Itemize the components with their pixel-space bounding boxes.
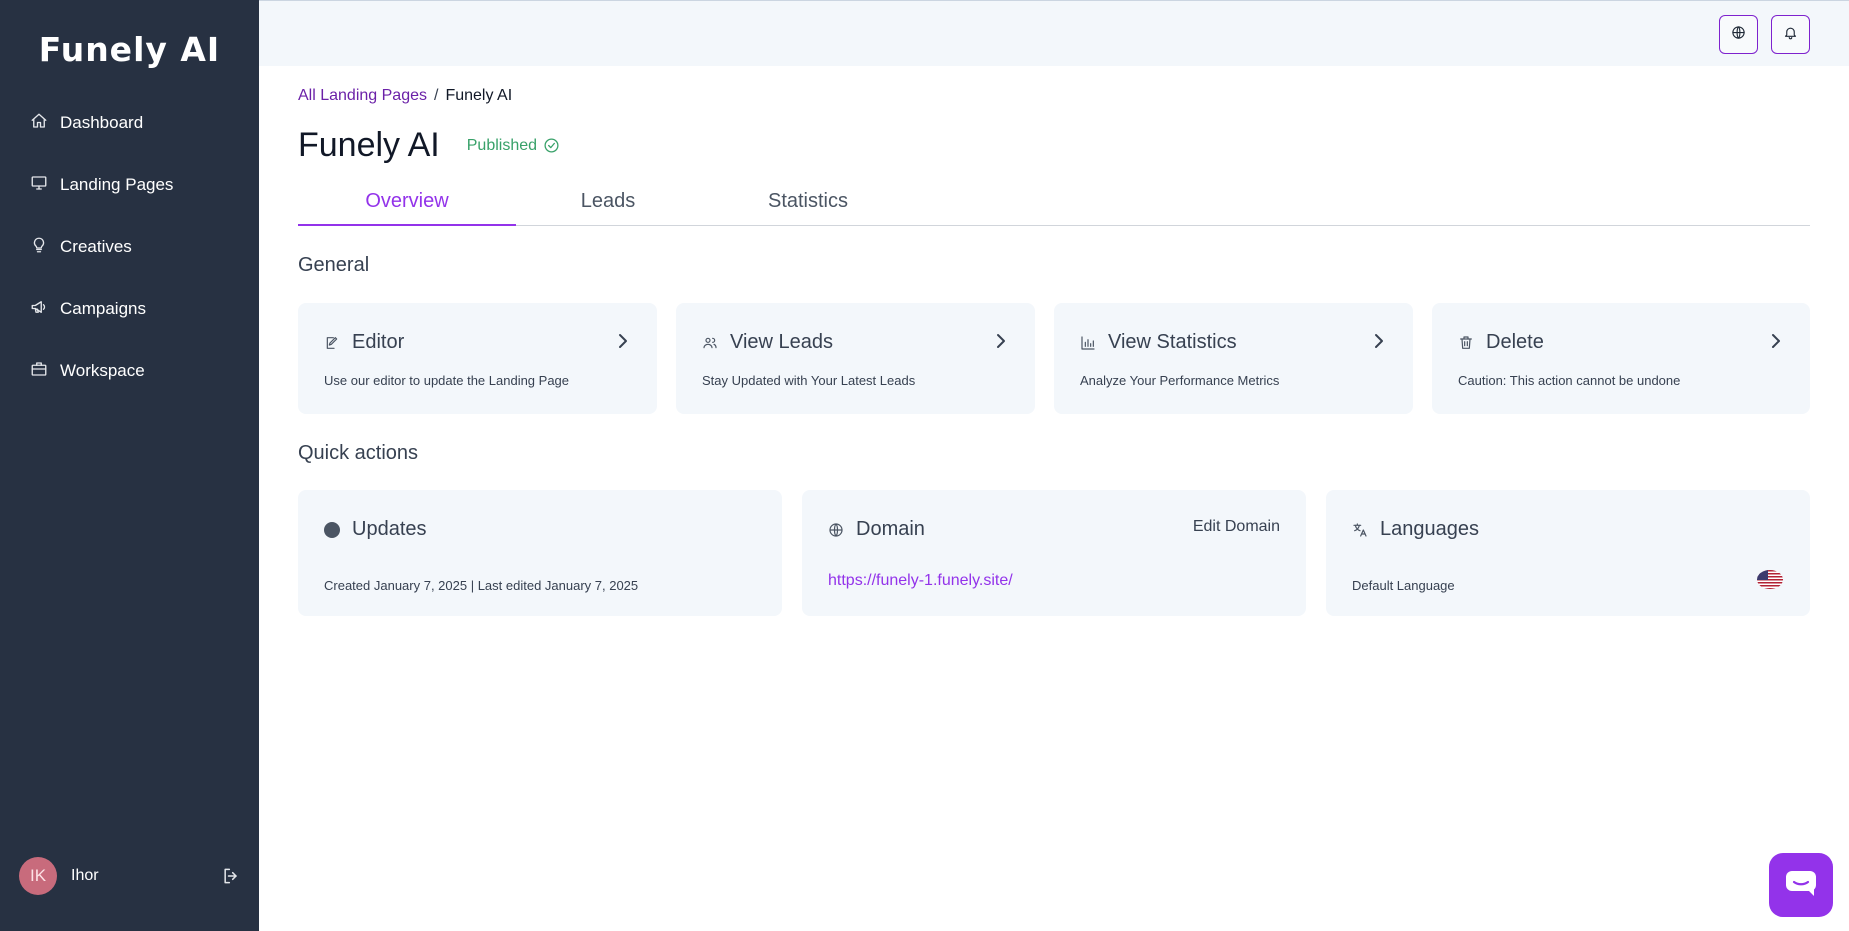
chat-bubble-icon (1784, 868, 1818, 903)
chat-widget-button[interactable] (1769, 853, 1833, 917)
card-title: Updates (352, 518, 427, 540)
view-leads-card[interactable]: View Leads Stay Updated with Your Latest… (676, 303, 1035, 414)
sidebar: Funely AI Dashboard Landing Pages Creati… (0, 0, 259, 931)
monitor-icon (30, 174, 48, 197)
status-badge: Published (467, 137, 560, 155)
lightbulb-icon (30, 236, 48, 259)
domain-link[interactable]: https://funely-1.funely.site/ (828, 572, 1013, 590)
app-logo[interactable]: Funely AI (0, 30, 259, 69)
chevron-right-icon (1371, 331, 1387, 351)
delete-card[interactable]: Delete Caution: This action cannot be un… (1432, 303, 1810, 414)
breadcrumb: All Landing Pages / Funely AI (298, 87, 512, 105)
breadcrumb-current: Funely AI (445, 87, 513, 104)
sidebar-item-landing-pages[interactable]: Landing Pages (0, 154, 259, 216)
status-dot-icon (324, 521, 340, 538)
chevron-right-icon (1768, 331, 1784, 351)
sidebar-item-label: Creatives (60, 237, 132, 256)
logout-icon[interactable] (221, 866, 241, 886)
bar-chart-icon (1081, 335, 1095, 350)
sidebar-item-dashboard[interactable]: Dashboard (0, 92, 259, 154)
default-language-label: Default Language (1352, 578, 1455, 593)
bell-icon (1783, 25, 1798, 45)
card-header: Languages (1352, 518, 1479, 541)
card-title: Languages (1380, 518, 1479, 540)
top-bar (259, 0, 1849, 66)
briefcase-icon (30, 360, 48, 383)
card-title: Delete (1486, 331, 1544, 353)
sidebar-item-label: Landing Pages (60, 175, 174, 194)
trash-icon (1460, 335, 1472, 349)
sidebar-item-workspace[interactable]: Workspace (0, 340, 259, 402)
card-header: View Leads (702, 331, 833, 354)
card-header: Delete (1458, 331, 1544, 354)
domain-card: Domain Edit Domain https://funely-1.fune… (802, 490, 1306, 616)
breadcrumb-link[interactable]: All Landing Pages (298, 87, 427, 105)
chevron-right-icon (615, 331, 631, 351)
sidebar-item-label: Campaigns (60, 299, 146, 318)
card-description: Analyze Your Performance Metrics (1080, 373, 1280, 388)
card-title: Editor (352, 331, 405, 353)
check-circle-icon (544, 138, 559, 153)
megaphone-icon (30, 298, 48, 321)
edit-icon (326, 336, 338, 349)
tab-bar: Overview Leads Statistics (298, 180, 1810, 226)
card-header: Domain (828, 518, 925, 541)
card-description: Stay Updated with Your Latest Leads (702, 373, 916, 388)
avatar[interactable]: IK (19, 857, 57, 895)
card-title: Domain (856, 518, 925, 540)
section-title-general: General (298, 254, 370, 276)
sidebar-item-campaigns[interactable]: Campaigns (0, 278, 259, 340)
users-icon (703, 337, 717, 348)
status-label: Published (466, 136, 538, 154)
card-title: View Leads (730, 331, 834, 353)
sidebar-item-creatives[interactable]: Creatives (0, 216, 259, 278)
home-icon (30, 112, 48, 135)
updates-card: Updates Created January 7, 2025 | Last e… (298, 490, 782, 616)
card-header: View Statistics (1080, 331, 1237, 354)
page-title: Funely AI (298, 126, 440, 164)
globe-icon (829, 522, 843, 537)
tab-leads[interactable]: Leads (558, 180, 658, 226)
view-statistics-card[interactable]: View Statistics Analyze Your Performance… (1054, 303, 1413, 414)
card-description: Use our editor to update the Landing Pag… (324, 373, 570, 388)
language-button[interactable] (1719, 15, 1758, 54)
us-flag-icon[interactable] (1757, 570, 1783, 589)
updates-text: Created January 7, 2025 | Last edited Ja… (324, 578, 639, 593)
user-name: Ihor (71, 867, 99, 884)
section-title-quick-actions: Quick actions (298, 442, 419, 464)
edit-domain-button[interactable]: Edit Domain (1193, 518, 1280, 536)
breadcrumb-separator: / (433, 87, 439, 104)
card-header: Updates (324, 518, 427, 541)
translate-icon (1353, 522, 1367, 537)
card-description: Caution: This action cannot be undone (1458, 373, 1681, 388)
sidebar-nav: Dashboard Landing Pages Creatives Campai… (0, 92, 259, 402)
sidebar-item-label: Workspace (60, 361, 145, 380)
user-profile: IK Ihor (19, 857, 241, 895)
card-title: View Statistics (1108, 331, 1237, 353)
tab-overview[interactable]: Overview (298, 180, 516, 226)
globe-icon (1731, 25, 1746, 45)
languages-card: Languages Default Language (1326, 490, 1810, 616)
notifications-button[interactable] (1771, 15, 1810, 54)
editor-card[interactable]: Editor Use our editor to update the Land… (298, 303, 657, 414)
sidebar-item-label: Dashboard (60, 113, 144, 132)
page-header: Funely AI Published (298, 126, 560, 165)
tab-statistics[interactable]: Statistics (758, 180, 858, 226)
chevron-right-icon (993, 331, 1009, 351)
card-header: Editor (324, 331, 404, 354)
